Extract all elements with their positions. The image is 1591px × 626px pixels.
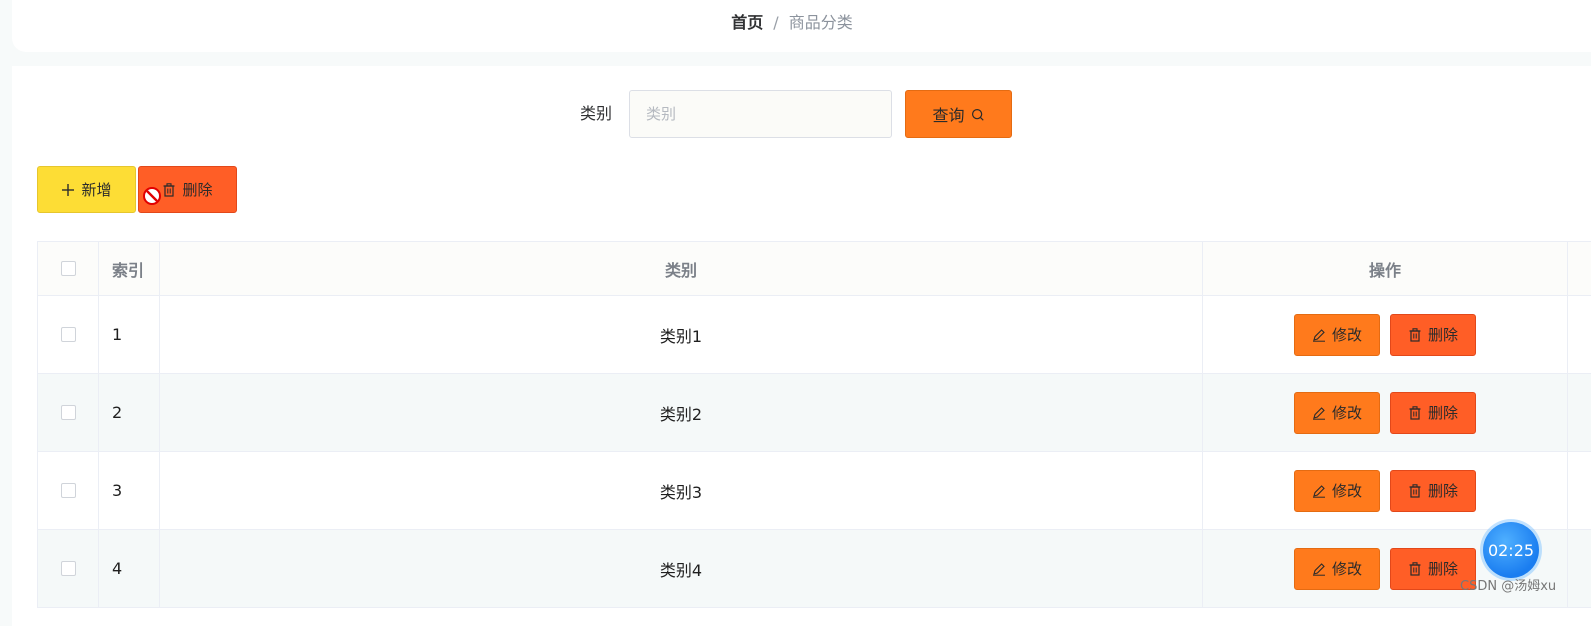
main-panel: 类别 查询 新增 删除 索引 类别 操作 1 类别1	[12, 66, 1591, 626]
header-bar: 首页 / 商品分类	[12, 0, 1591, 52]
edit-icon	[1312, 484, 1326, 498]
breadcrumb-current: 商品分类	[788, 13, 853, 32]
edit-button[interactable]: 修改	[1294, 313, 1380, 356]
edit-icon	[1312, 328, 1326, 342]
table-row: 1 类别1 修改 删除	[38, 296, 1591, 374]
row-checkbox[interactable]	[60, 405, 76, 420]
table-row: 4 类别4 修改 删除	[38, 530, 1591, 608]
row-index: 4	[99, 530, 160, 607]
watermark: CSDN @汤姆xu	[1460, 579, 1557, 594]
row-category: 类别1	[160, 296, 1203, 373]
edit-button-label: 修改	[1331, 404, 1362, 422]
delete-button[interactable]: 删除	[1390, 469, 1476, 512]
column-header-index: 索引	[99, 242, 160, 295]
table-header-row: 索引 类别 操作	[38, 242, 1591, 296]
row-index: 3	[99, 452, 160, 529]
row-index: 1	[99, 296, 160, 373]
select-all-checkbox[interactable]	[60, 261, 76, 276]
query-button-label: 查询	[932, 106, 965, 125]
row-checkbox[interactable]	[60, 483, 76, 498]
row-checkbox[interactable]	[60, 327, 76, 342]
recording-timer-badge[interactable]: 02:25	[1483, 522, 1539, 578]
edit-button[interactable]: 修改	[1294, 547, 1380, 590]
delete-button[interactable]: 删除	[1390, 391, 1476, 434]
table-row: 3 类别3 修改 删除	[38, 452, 1591, 530]
column-header-actions: 操作	[1203, 242, 1568, 295]
delete-button-label: 删除	[1427, 560, 1458, 578]
category-table: 索引 类别 操作 1 类别1 修改 删除 2 类别2 修改 删除 3 类别3 修…	[37, 241, 1591, 608]
delete-button-label: 删除	[1427, 482, 1458, 500]
column-header-category: 类别	[160, 242, 1203, 295]
search-label: 类别	[580, 104, 613, 123]
table-row: 2 类别2 修改 删除	[38, 374, 1591, 452]
edit-button[interactable]: 修改	[1294, 391, 1380, 434]
row-checkbox[interactable]	[60, 561, 76, 576]
row-index: 2	[99, 374, 160, 451]
query-button[interactable]: 查询	[905, 90, 1012, 138]
edit-icon	[1312, 562, 1326, 576]
search-icon	[971, 107, 985, 121]
delete-button-label: 删除	[1427, 404, 1458, 422]
edit-button-label: 修改	[1331, 482, 1362, 500]
delete-button-label: 删除	[1427, 326, 1458, 344]
trash-icon	[1408, 561, 1422, 576]
breadcrumb: 首页 / 商品分类	[12, 11, 1591, 35]
edit-icon	[1312, 406, 1326, 420]
plus-icon	[61, 183, 75, 197]
breadcrumb-separator: /	[773, 13, 779, 32]
trash-icon	[1408, 327, 1422, 342]
edit-button-label: 修改	[1331, 326, 1362, 344]
breadcrumb-home[interactable]: 首页	[731, 13, 763, 32]
batch-delete-label: 删除	[182, 181, 213, 199]
delete-button[interactable]: 删除	[1390, 313, 1476, 356]
row-category: 类别3	[160, 452, 1203, 529]
edit-button[interactable]: 修改	[1294, 469, 1380, 512]
add-button[interactable]: 新增	[37, 166, 136, 213]
add-button-label: 新增	[81, 181, 112, 199]
no-entry-cursor-icon	[143, 187, 161, 205]
trash-icon	[1408, 405, 1422, 420]
category-search-input[interactable]	[629, 90, 892, 138]
trash-icon	[1408, 483, 1422, 498]
batch-delete-button[interactable]: 删除	[138, 166, 237, 213]
trash-icon	[162, 182, 176, 197]
row-category: 类别4	[160, 530, 1203, 607]
row-category: 类别2	[160, 374, 1203, 451]
edit-button-label: 修改	[1331, 560, 1362, 578]
